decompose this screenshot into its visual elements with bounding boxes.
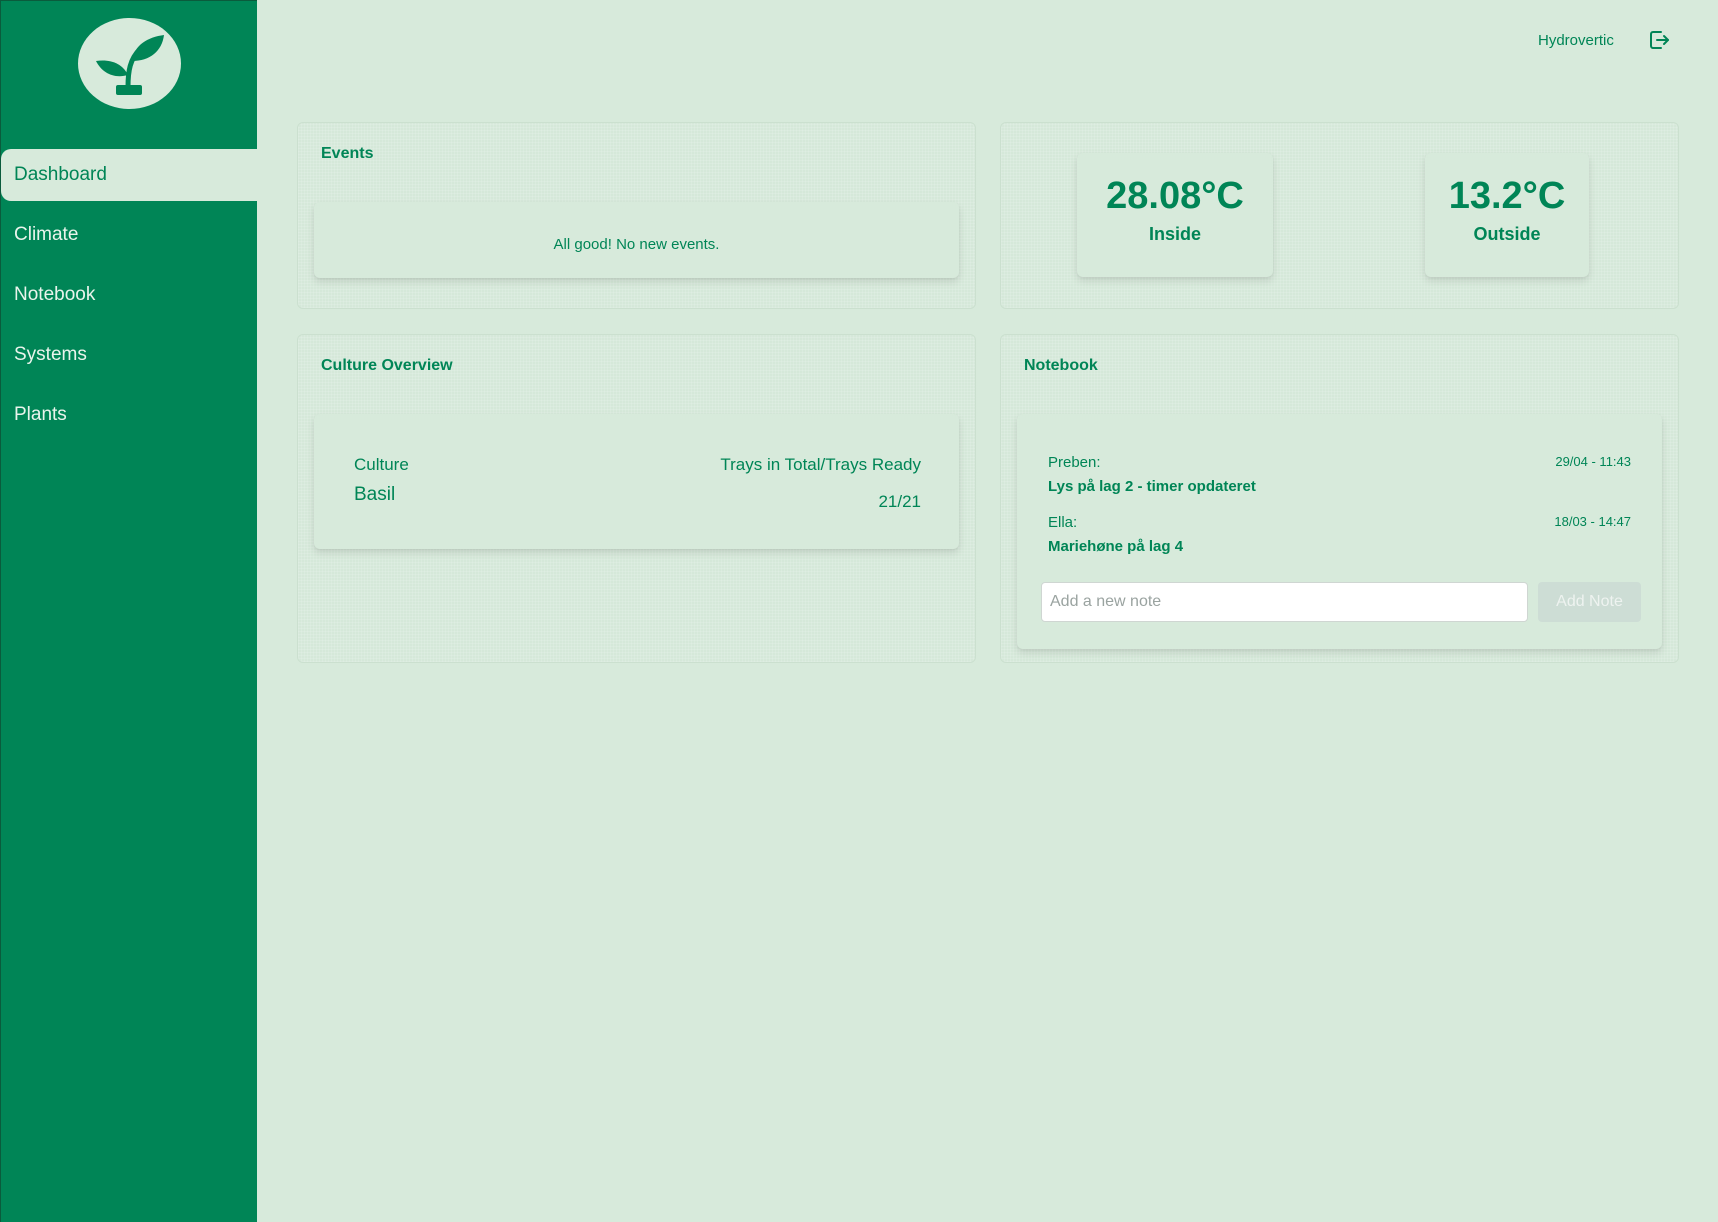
sidebar-item-plants[interactable]: Plants [1, 389, 258, 441]
seedling-icon [95, 34, 164, 95]
note-time: 18/03 - 14:47 [1554, 514, 1631, 529]
sidebar-item-climate[interactable]: Climate [1, 209, 258, 261]
user-name: Hydrovertic [1538, 32, 1614, 49]
temperature-value: 13.2°C [1448, 175, 1566, 217]
notebook-panel: Notebook Preben: 29/04 - 11:43 Lys på la… [1000, 334, 1679, 663]
sidebar-item-notebook[interactable]: Notebook [1, 269, 258, 321]
logo[interactable] [78, 18, 181, 109]
inside-temperature-card[interactable]: 28.08°C Inside [1077, 153, 1273, 277]
new-note-input[interactable] [1041, 582, 1528, 622]
sidebar-nav: Dashboard Climate Notebook Systems Plant… [1, 149, 258, 449]
note-item: Preben: 29/04 - 11:43 Lys på lag 2 - tim… [1048, 454, 1631, 495]
table-header: Culture Trays in Total/Trays Ready [354, 455, 921, 475]
logout-icon [1650, 31, 1669, 49]
events-panel: Events All good! No new events. [297, 122, 976, 309]
trays-ratio: 21/21 [878, 492, 921, 511]
panel-title: Notebook [1024, 357, 1098, 374]
column-header-culture: Culture [354, 455, 409, 474]
note-text: Lys på lag 2 - timer opdateret [1048, 478, 1256, 495]
sidebar-item-dashboard[interactable]: Dashboard [1, 149, 258, 201]
temperature-label: Inside [1148, 224, 1201, 244]
events-card: All good! No new events. [314, 202, 959, 278]
culture-table: Culture Trays in Total/Trays Ready Basil… [314, 414, 959, 549]
climate-panel: 28.08°C Inside 13.2°C Outside [1000, 122, 1679, 309]
culture-name: Basil [354, 484, 396, 505]
add-note-button[interactable]: Add Note [1538, 582, 1641, 622]
table-row[interactable]: Basil 21/21 [354, 484, 921, 512]
sidebar-item-systems[interactable]: Systems [1, 329, 258, 381]
note-time: 29/04 - 11:43 [1555, 454, 1631, 469]
logout-button[interactable] [1647, 28, 1671, 52]
sidebar: Dashboard Climate Notebook Systems Plant… [0, 0, 258, 1222]
column-header-trays: Trays in Total/Trays Ready [720, 455, 921, 474]
notebook-card: Preben: 29/04 - 11:43 Lys på lag 2 - tim… [1017, 414, 1662, 649]
temperature-label: Outside [1473, 224, 1541, 244]
culture-overview-panel: Culture Overview Culture Trays in Total/… [297, 334, 976, 663]
note-item: Ella: 18/03 - 14:47 Mariehøne på lag 4 [1048, 514, 1631, 555]
panel-title: Culture Overview [321, 357, 453, 374]
note-text: Mariehøne på lag 4 [1048, 538, 1184, 555]
outside-temperature-card[interactable]: 13.2°C Outside [1425, 153, 1589, 277]
panel-title: Events [321, 145, 374, 162]
note-author: Ella: [1048, 514, 1078, 531]
temperature-value: 28.08°C [1106, 175, 1244, 217]
app: Dashboard Climate Notebook Systems Plant… [0, 0, 1718, 1222]
events-message: All good! No new events. [553, 235, 720, 253]
note-author: Preben: [1048, 454, 1101, 471]
